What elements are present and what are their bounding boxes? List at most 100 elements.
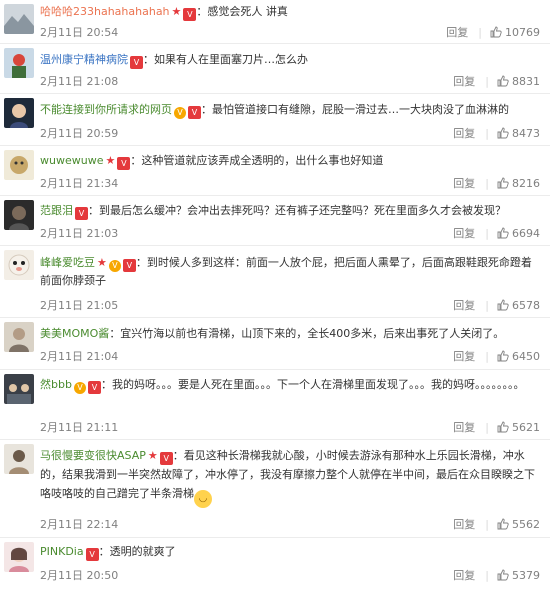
- like-button[interactable]: 8216: [497, 177, 540, 190]
- avatar[interactable]: [4, 542, 34, 572]
- comment-username[interactable]: 美美MOMO酱: [40, 327, 109, 340]
- thumbs-up-icon: [497, 177, 509, 189]
- divider: |: [485, 227, 489, 240]
- reply-button[interactable]: 回复: [453, 177, 475, 190]
- thumbs-up-icon: [497, 127, 509, 139]
- comment-item: 然bbb V V ：我的妈呀。。。要是人死在里面。。。下一个人在滑梯里面发现了。。。我…: [0, 370, 550, 440]
- smile-emoji-icon: ◡: [194, 490, 212, 508]
- reply-button[interactable]: 回复: [453, 299, 475, 312]
- comment-username[interactable]: PINKDia: [40, 545, 84, 558]
- divider: |: [485, 569, 489, 582]
- comment-username[interactable]: wuwewuwe: [40, 154, 103, 167]
- comment-item: 温州康宁精神病院 V ：如果有人在里面塞刀片…怎么办 2月11日 21:08 回复 |…: [0, 44, 550, 94]
- comment-username[interactable]: 马很慢要变很快ASAP: [40, 449, 146, 462]
- like-button[interactable]: 6694: [497, 227, 540, 240]
- comment-date: 2月11日 21:04: [40, 350, 119, 363]
- thumbs-up-icon: [497, 421, 509, 433]
- verified-badge-icon: V: [130, 56, 143, 69]
- comment-item: PINKDia V ：透明的就爽了 2月11日 20:50 回复 | 5379: [0, 538, 550, 589]
- like-button[interactable]: 8473: [497, 127, 540, 140]
- verified-badge-icon: V: [183, 8, 197, 21]
- avatar[interactable]: [4, 150, 34, 180]
- comment-item: 不能连接到你所请求的网页 V V ：最怕管道接口有缝隙，屁股一滑过去…一大块肉没了血淋…: [0, 94, 550, 146]
- avatar[interactable]: [4, 98, 34, 128]
- comment-date: 2月11日 21:03: [40, 227, 119, 240]
- reply-button[interactable]: 回复: [453, 127, 475, 140]
- comment-text: ：我的妈呀。。。要是人死在里面。。。下一个人在滑梯里面发现了。。。我的妈呀。。。…: [100, 378, 525, 391]
- comment-text: ：最怕管道接口有缝隙，屁股一滑过去…一大块肉没了血淋淋的: [201, 103, 509, 116]
- avatar[interactable]: [4, 322, 34, 352]
- vip-icon: V: [108, 260, 121, 272]
- star-icon: ★: [147, 449, 158, 462]
- like-button[interactable]: 6578: [497, 299, 540, 312]
- comment-username[interactable]: 不能连接到你所请求的网页: [40, 103, 172, 116]
- verified-badge-icon: V: [122, 259, 136, 272]
- comment-date: 2月11日 20:59: [40, 127, 119, 140]
- divider: |: [485, 177, 489, 190]
- avatar[interactable]: [4, 250, 34, 280]
- comment-item: 马很慢要变很快ASAP ★ V ：看见这种长滑梯我就心酸，小时候去游泳有那种水上乐园长…: [0, 440, 550, 538]
- comment-text: ：如果有人在里面塞刀片…怎么办: [143, 53, 308, 66]
- comment-date: 2月11日 20:50: [40, 569, 119, 582]
- like-count: 5379: [512, 569, 540, 582]
- verified-badge-icon: V: [87, 381, 101, 394]
- avatar[interactable]: [4, 374, 34, 404]
- comment-username[interactable]: 峰峰爱吃豆: [40, 256, 95, 269]
- comment-date: 2月11日 21:11: [40, 421, 119, 434]
- like-button[interactable]: 8831: [497, 75, 540, 88]
- like-count: 6578: [512, 299, 540, 312]
- like-count: 8216: [512, 177, 540, 190]
- divider: |: [478, 26, 482, 39]
- star-icon: ★: [97, 256, 107, 269]
- comment-username[interactable]: 哈哈哈233hahahahahah: [40, 5, 170, 18]
- reply-button[interactable]: 回复: [453, 75, 475, 88]
- thumbs-up-icon: [497, 350, 509, 362]
- verified-badge-icon: V: [188, 106, 201, 119]
- avatar[interactable]: [4, 4, 34, 34]
- like-button[interactable]: 5379: [497, 569, 540, 582]
- comment-item: 哈哈哈233hahahahahah ★ V ：感觉会死人 讲真 2月11日 20:54…: [0, 0, 550, 44]
- vip-icon: V: [174, 107, 186, 119]
- comment-text: ：感觉会死人 讲真: [196, 5, 288, 18]
- star-icon: ★: [105, 154, 116, 167]
- thumbs-up-icon: [497, 75, 509, 87]
- like-button[interactable]: 5562: [497, 518, 540, 531]
- like-count: 5621: [512, 421, 540, 434]
- divider: |: [485, 75, 489, 88]
- like-button[interactable]: 5621: [497, 421, 540, 434]
- comment-username[interactable]: 然bbb: [40, 378, 72, 391]
- divider: |: [485, 350, 489, 363]
- divider: |: [485, 127, 489, 140]
- thumbs-up-icon: [497, 518, 509, 530]
- comment-text: ：这种管道就应该弄成全透明的，出什么事也好知道: [130, 154, 384, 167]
- like-count: 8831: [512, 75, 540, 88]
- verified-badge-icon: V: [159, 452, 173, 465]
- avatar[interactable]: [4, 200, 34, 230]
- comment-item: 范跟泪 V ：到最后怎么缓冲？会冲出去摔死吗？还有裤子还完整吗？死在里面多久才会被发…: [0, 196, 550, 246]
- reply-button[interactable]: 回复: [446, 26, 468, 39]
- comment-text: ：到最后怎么缓冲？会冲出去摔死吗？还有裤子还完整吗？死在里面多久才会被发现？: [88, 204, 506, 217]
- comment-list: 哈哈哈233hahahahahah ★ V ：感觉会死人 讲真 2月11日 20:54…: [0, 0, 550, 589]
- reply-button[interactable]: 回复: [453, 569, 475, 582]
- verified-badge-icon: V: [75, 207, 88, 220]
- reply-button[interactable]: 回复: [453, 350, 475, 363]
- comment-date: 2月11日 22:14: [40, 518, 119, 531]
- verified-badge-icon: V: [85, 548, 99, 561]
- avatar[interactable]: [4, 48, 34, 78]
- comment-date: 2月11日 20:54: [40, 26, 119, 39]
- vip-icon: V: [73, 382, 86, 394]
- comment-username[interactable]: 温州康宁精神病院: [40, 53, 128, 66]
- like-count: 8473: [512, 127, 540, 140]
- thumbs-up-icon: [497, 569, 509, 581]
- like-count: 10769: [505, 26, 540, 39]
- like-count: 6694: [512, 227, 540, 240]
- like-button[interactable]: 6450: [497, 350, 540, 363]
- reply-button[interactable]: 回复: [453, 518, 475, 531]
- thumbs-up-icon: [490, 26, 502, 38]
- reply-button[interactable]: 回复: [453, 227, 475, 240]
- comment-item: 峰峰爱吃豆 ★ V V ：到时候人多到这样：前面一人放个屁，把后面人熏晕了，后面高跟鞋跟…: [0, 246, 550, 318]
- comment-username[interactable]: 范跟泪: [40, 204, 73, 217]
- like-button[interactable]: 10769: [490, 26, 540, 39]
- reply-button[interactable]: 回复: [453, 421, 475, 434]
- avatar[interactable]: [4, 444, 34, 474]
